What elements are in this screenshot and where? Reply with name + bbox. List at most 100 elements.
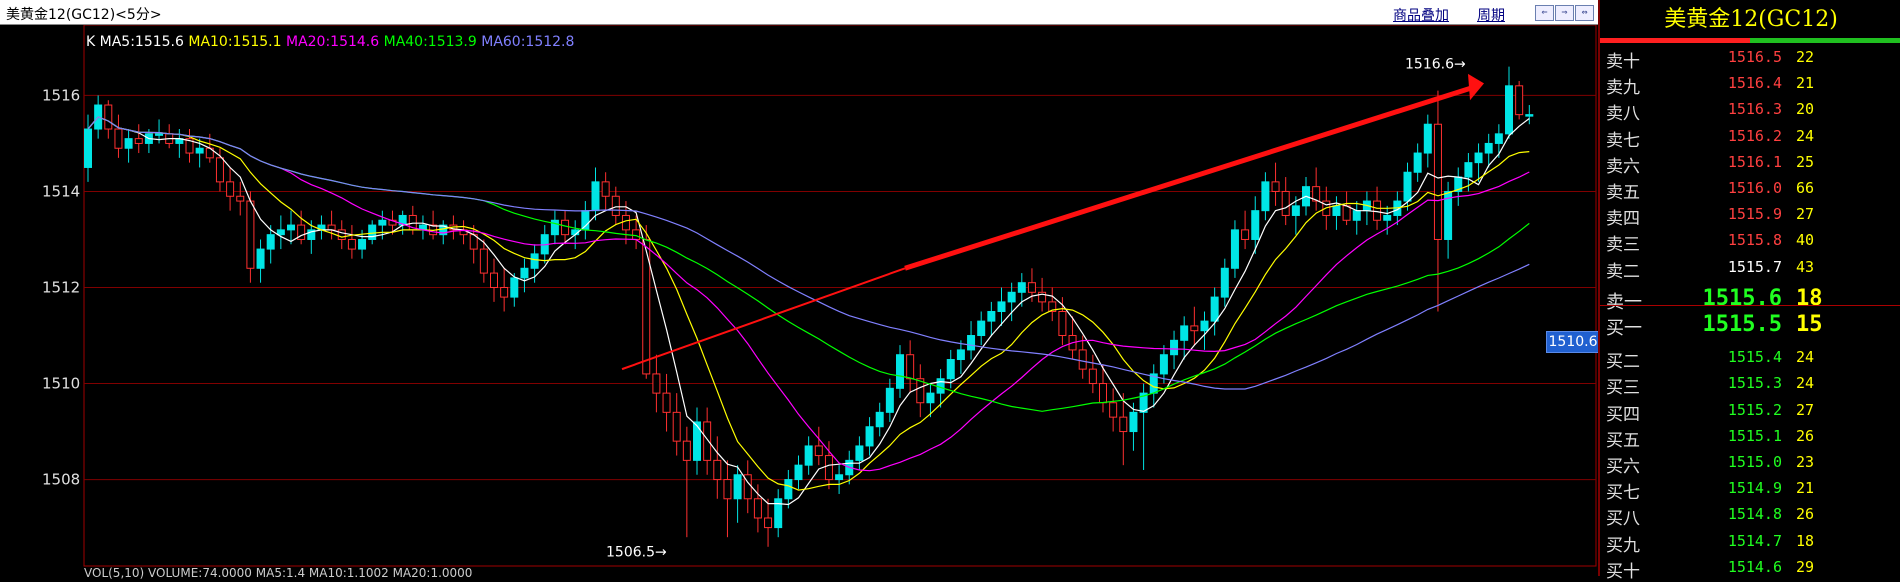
ma-legend: K MA5:1515.6 MA10:1515.1 MA20:1514.6 MA4… [86, 34, 574, 50]
candle-body [794, 464, 803, 481]
y-tick-label: 1516 [42, 86, 80, 104]
candle [997, 287, 1006, 326]
level-price: 1515.0 [1727, 453, 1782, 471]
candle [896, 345, 904, 398]
candle [1505, 66, 1513, 139]
candle-body [358, 238, 367, 250]
nav-right-button[interactable]: ⇒ [1555, 5, 1574, 21]
ask-row[interactable]: 卖九 1516.4 21 [1600, 70, 1900, 98]
candle [611, 186, 620, 226]
candle [1261, 172, 1270, 221]
bid-row[interactable]: 买二 1515.4 24 [1600, 344, 1900, 373]
ask-row[interactable]: 卖二 1515.7 43 [1600, 254, 1900, 282]
candle [733, 465, 742, 523]
candle [418, 215, 427, 240]
candle [1170, 330, 1179, 370]
candle [134, 124, 143, 154]
candle-body [236, 195, 245, 202]
bid-row[interactable]: 买九 1514.7 18 [1600, 528, 1900, 556]
candle [1088, 354, 1097, 394]
candle-body [1342, 205, 1351, 221]
candle-body [1525, 114, 1534, 117]
candle-body [520, 267, 529, 279]
candle-body [1241, 229, 1250, 240]
bid-row[interactable]: 买八 1514.8 26 [1600, 501, 1900, 529]
candle [1362, 191, 1371, 226]
bid-row[interactable]: 买一 1515.5 15 [1600, 312, 1900, 339]
candlestick-chart[interactable]: 1516 1514 1512 1510 1508 1516.6→ 1506.5→ K MA5:… [0, 25, 1598, 576]
chart-title-bar: 美黄金12(GC12)<5分> 商品叠加 周期 ⇐ ⇒ ⇔ [0, 0, 1598, 25]
ma40-line [87, 116, 1530, 412]
nav-expand-button[interactable]: ⇔ [1575, 5, 1594, 21]
candle [581, 201, 590, 240]
ask-row[interactable]: 卖四 1515.9 27 [1600, 201, 1900, 230]
candle-body [906, 354, 915, 380]
candle-body [885, 387, 894, 413]
level-volume: 40 [1796, 231, 1815, 250]
candle-body [266, 234, 275, 250]
bid-row[interactable]: 买三 1515.3 24 [1600, 370, 1900, 399]
level-label: 买五 [1606, 430, 1640, 451]
candle [317, 215, 326, 240]
candle [916, 364, 925, 418]
bid-row[interactable]: 买七 1514.9 21 [1600, 475, 1900, 503]
nav-left-button[interactable]: ⇐ [1535, 5, 1554, 21]
candle [276, 215, 285, 250]
level-volume: 24 [1796, 126, 1815, 145]
candle-body [378, 219, 387, 226]
candle [226, 167, 235, 211]
candle [1048, 287, 1057, 322]
bid-row[interactable]: 买五 1515.1 26 [1600, 423, 1900, 451]
candle-body [865, 426, 874, 447]
trendline-thin [621, 267, 906, 371]
candle-body [1129, 411, 1138, 433]
candle-body [824, 455, 833, 481]
candle [1332, 196, 1341, 230]
candle [652, 354, 661, 413]
candle-body [1251, 210, 1260, 240]
level-label: 买二 [1606, 352, 1640, 373]
ask-row[interactable]: 卖六 1516.1 25 [1600, 149, 1900, 177]
candle-body [1494, 133, 1503, 144]
candle-body [662, 392, 671, 413]
candle [337, 220, 346, 250]
candle [956, 340, 965, 374]
overlay-link[interactable]: 商品叠加 [1393, 5, 1449, 25]
bid-row[interactable]: 买六 1515.0 23 [1600, 449, 1900, 477]
level-label: 卖十 [1606, 52, 1640, 72]
candle-body [1383, 214, 1392, 221]
level-label: 买三 [1606, 378, 1640, 399]
level-label: 卖一 [1606, 291, 1642, 313]
level-price: 1515.2 [1727, 400, 1782, 419]
candle [368, 220, 377, 245]
ask-row[interactable]: 卖一 1515.6 18 [1600, 286, 1900, 313]
candle-body [1433, 123, 1442, 240]
period-link[interactable]: 周期 [1477, 5, 1505, 25]
candle [1352, 201, 1361, 235]
candle [723, 460, 732, 538]
bid-row[interactable]: 买四 1515.2 27 [1600, 397, 1900, 425]
ask-row[interactable]: 卖五 1516.0 66 [1600, 175, 1900, 203]
level-label: 卖五 [1606, 183, 1640, 203]
level-volume: 23 [1796, 453, 1815, 471]
candle [1525, 105, 1534, 125]
candle [1241, 210, 1250, 250]
candle [1251, 196, 1260, 254]
candle [794, 455, 803, 490]
candle [490, 258, 498, 302]
candle-body [134, 138, 143, 144]
ask-row[interactable]: 卖七 1516.2 24 [1600, 123, 1900, 151]
level-label: 卖四 [1606, 209, 1640, 230]
candle-body [693, 421, 701, 461]
ask-row[interactable]: 卖三 1515.8 40 [1600, 227, 1900, 255]
candle [987, 301, 996, 336]
ask-row[interactable]: 卖八 1516.3 20 [1600, 96, 1900, 124]
candle-body [1210, 296, 1219, 322]
candle-body [1373, 200, 1382, 221]
candle [1119, 393, 1128, 466]
ask-row[interactable]: 卖十 1516.5 22 [1600, 44, 1900, 72]
level-price: 1515.3 [1727, 374, 1782, 393]
candle-body [1230, 229, 1239, 269]
candle [1413, 143, 1422, 182]
candle [1515, 81, 1524, 120]
